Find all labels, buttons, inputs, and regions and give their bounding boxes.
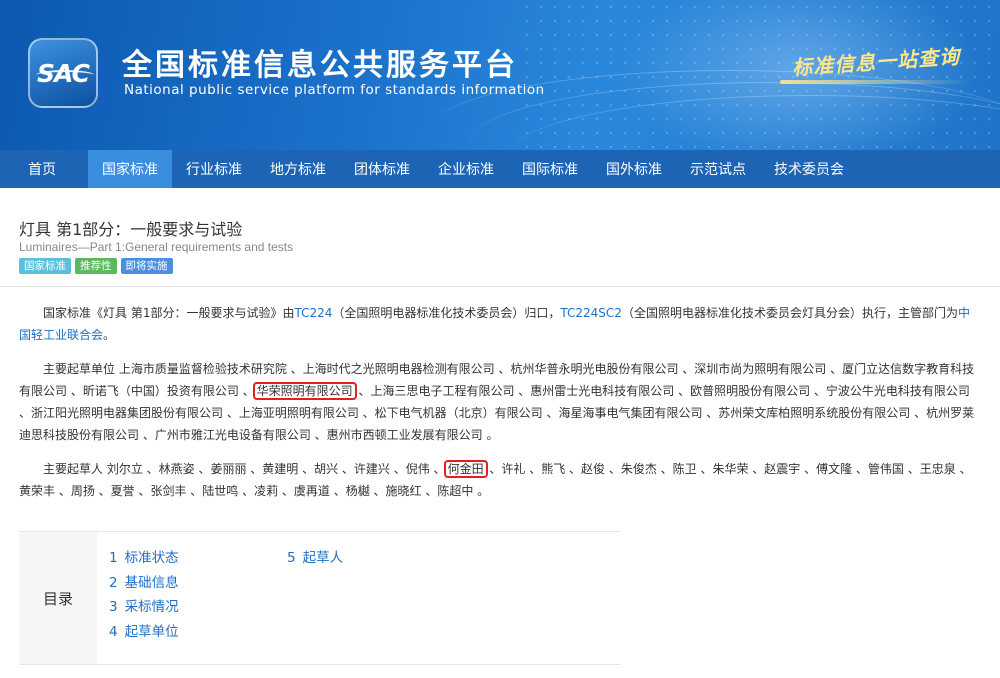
slogan-brush-stroke (780, 80, 970, 84)
sac-logo[interactable]: SAC (28, 38, 98, 108)
nav-item-industry-standards[interactable]: 行业标准 (172, 150, 256, 188)
nav-item-local-standards[interactable]: 地方标准 (256, 150, 340, 188)
tc224-link[interactable]: TC224 (294, 306, 332, 320)
toc-item-drafters[interactable]: 5 起草人 (287, 546, 343, 571)
standard-title: 灯具 第1部分：一般要求与试验 (19, 220, 243, 239)
nav-item-technical-committees[interactable]: 技术委员会 (760, 150, 858, 188)
intro-paragraph: 国家标准《灯具 第1部分：一般要求与试验》由TC224（全国照明电器标准化技术委… (19, 302, 981, 346)
intro-text: 。 (103, 328, 116, 342)
table-of-contents: 目录 1 标准状态 2 基础信息 3 采标情况 4 起草单位 5 起草人 (19, 531, 621, 665)
standard-badges: 国家标准 推荐性 即将实施 (19, 258, 173, 274)
toc-item-status[interactable]: 1 标准状态 (109, 546, 179, 571)
nav-item-international-standards[interactable]: 国际标准 (508, 150, 592, 188)
header-divider (0, 286, 1000, 287)
toc-item-basic-info[interactable]: 2 基础信息 (109, 571, 179, 596)
intro-text: 国家标准《灯具 第1部分：一般要求与试验》由 (43, 306, 295, 320)
logo-swoosh-icon (36, 70, 94, 80)
drafters-label: 主要起草人 (43, 462, 104, 476)
toc-label: 目录 (19, 532, 97, 664)
nav-item-foreign-standards[interactable]: 国外标准 (592, 150, 676, 188)
badge-recommended: 推荐性 (75, 258, 117, 274)
nav-item-demonstration-pilots[interactable]: 示范试点 (676, 150, 760, 188)
nav-item-national-standards[interactable]: 国家标准 (88, 150, 172, 188)
nav-item-home[interactable]: 首页 (0, 150, 88, 188)
badge-national-standard: 国家标准 (19, 258, 71, 274)
drafting-units-label: 主要起草单位 (43, 362, 116, 376)
nav-item-enterprise-standards[interactable]: 企业标准 (424, 150, 508, 188)
site-subtitle: National public service platform for sta… (124, 82, 545, 98)
drafters-text: 刘尔立 、林燕姿 、姜丽丽 、黄建明 、胡兴 、许建兴 、倪伟 、 (106, 462, 446, 476)
toc-item-drafting-units[interactable]: 4 起草单位 (109, 620, 179, 645)
toc-column: 5 起草人 (287, 546, 343, 571)
highlighted-drafting-unit: 华荣照明有限公司 (252, 382, 357, 400)
drafters-paragraph: 主要起草人 刘尔立 、林燕姿 、姜丽丽 、黄建明 、胡兴 、许建兴 、倪伟 、何… (19, 458, 981, 502)
intro-text: （全国照明电器标准化技术委员会）归口， (332, 306, 561, 320)
toc-column: 1 标准状态 2 基础信息 3 采标情况 4 起草单位 (109, 546, 179, 644)
intro-text: （全国照明电器标准化技术委员会灯具分会）执行，主管部门为 (621, 306, 958, 320)
badge-upcoming: 即将实施 (120, 258, 173, 274)
tc224sc2-link[interactable]: TC224SC2 (560, 306, 622, 320)
standard-english-title: Luminaires—Part 1:General requirements a… (19, 240, 294, 254)
highlighted-drafter: 何金田 (443, 460, 488, 478)
header-banner: SAC 全国标准信息公共服务平台 National public service… (0, 0, 1000, 150)
toc-item-adoption[interactable]: 3 采标情况 (109, 595, 179, 620)
nav-item-group-standards[interactable]: 团体标准 (340, 150, 424, 188)
site-title: 全国标准信息公共服务平台 (122, 48, 518, 83)
main-nav: 首页 国家标准 行业标准 地方标准 团体标准 企业标准 国际标准 国外标准 示范… (0, 150, 1000, 188)
drafting-units-paragraph: 主要起草单位 上海市质量监督检验技术研究院 、上海时代之光照明电器检测有限公司 … (19, 358, 981, 446)
